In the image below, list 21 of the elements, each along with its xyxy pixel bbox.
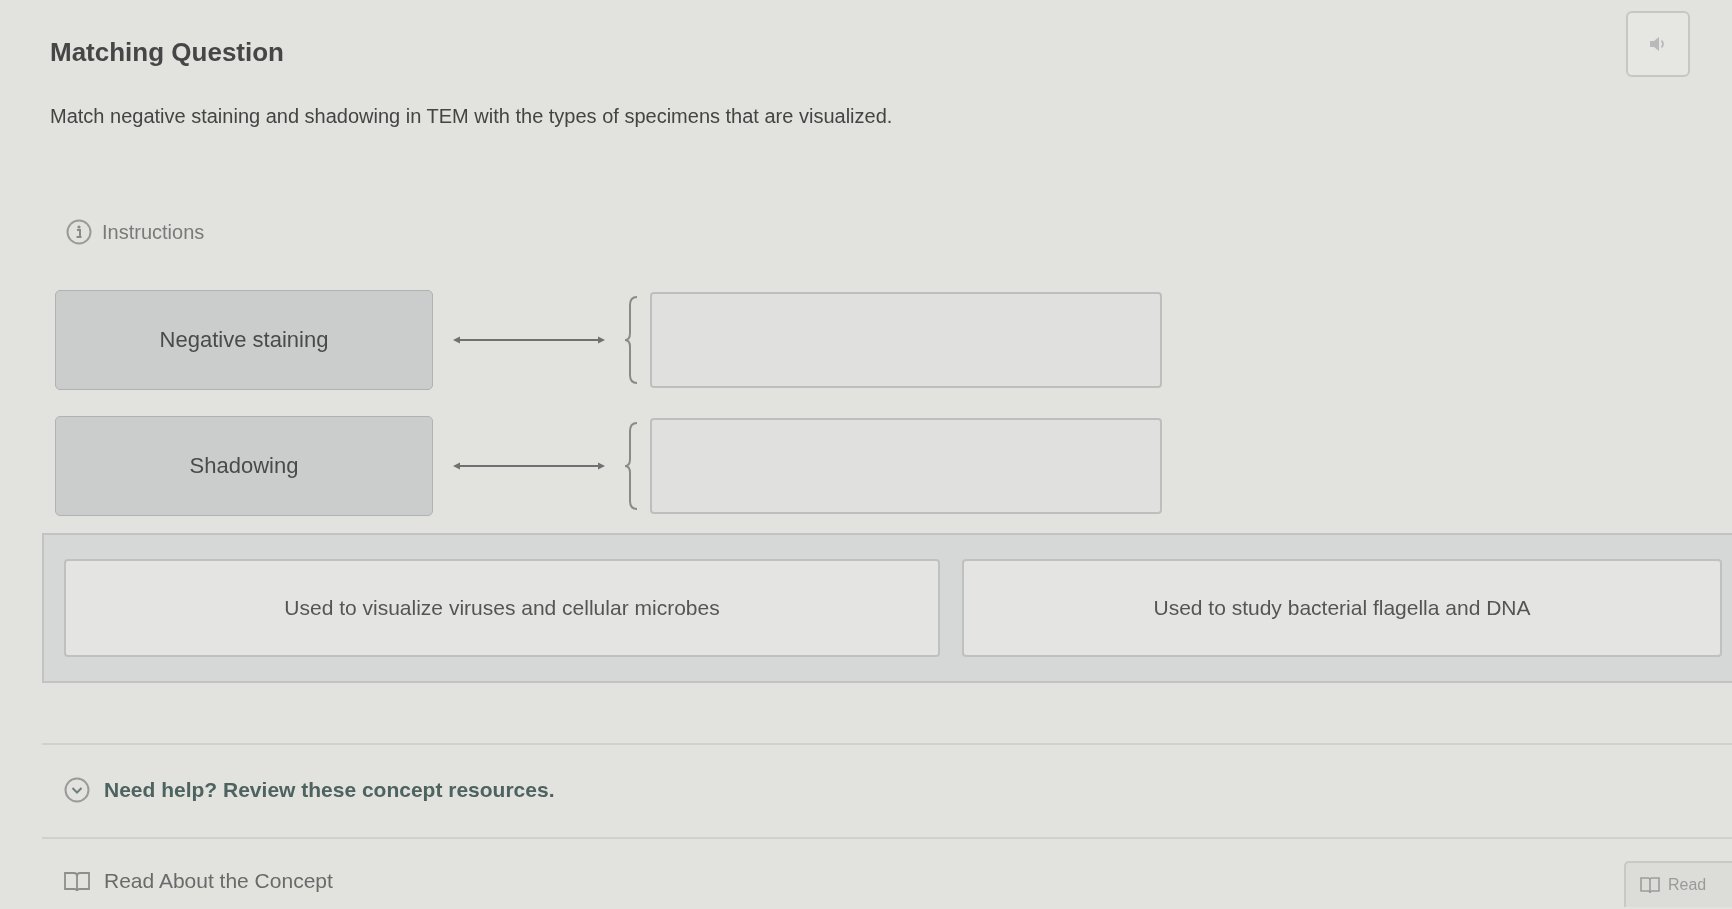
audio-button[interactable] (1626, 11, 1690, 77)
resource-link[interactable]: Read About the Concept (64, 868, 333, 894)
answer-card[interactable]: Used to study bacterial flagella and DNA (962, 559, 1722, 657)
prompt-tile: Negative staining (55, 290, 433, 390)
instructions-button[interactable]: Instructions (66, 219, 205, 245)
help-toggle[interactable]: Need help? Review these concept resources. (64, 777, 555, 803)
speaker-icon (1649, 35, 1667, 53)
chevron-down-icon (64, 777, 90, 803)
answer-card[interactable]: Used to visualize viruses and cellular microbes (64, 559, 940, 657)
double-arrow-icon (453, 335, 605, 345)
drop-zone[interactable] (650, 418, 1162, 514)
brace-icon (624, 422, 638, 510)
info-icon (66, 219, 92, 245)
double-arrow-icon (453, 461, 605, 471)
prompt-tile: Shadowing (55, 416, 433, 516)
question-prompt: Match negative staining and shadowing in TEM with the types of specimens that are visualized. (50, 104, 894, 129)
drop-zone[interactable] (650, 292, 1162, 388)
brace-icon (624, 296, 638, 384)
book-icon (64, 870, 90, 892)
book-icon (1640, 876, 1660, 894)
question-title: Matching Question (50, 36, 284, 68)
